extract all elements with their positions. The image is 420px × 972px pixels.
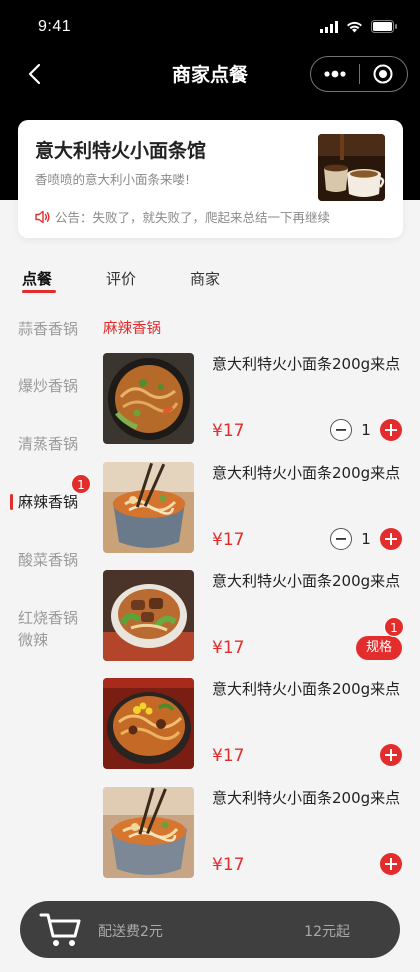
shop-info-card: 意大利特火小面条馆 香喷喷的意大利小面条来喽! 公告：失败了，就失败了，爬起来总…	[18, 120, 403, 238]
select-spec-button[interactable]: 规格	[355, 636, 402, 660]
decrease-button[interactable]	[330, 528, 352, 550]
plus-icon	[385, 424, 397, 436]
mini-program-capsule	[310, 56, 408, 92]
increase-button[interactable]	[380, 528, 402, 550]
product-name: 意大利特火小面条200g来点	[212, 789, 401, 807]
cart-button[interactable]	[38, 910, 84, 950]
minimum-order: 12元起	[304, 924, 350, 940]
speaker-icon	[35, 210, 50, 223]
quantity-value: 1	[361, 421, 371, 439]
shop-name: 意大利特火小面条馆	[35, 140, 207, 162]
product-name: 意大利特火小面条200g来点	[212, 464, 401, 482]
quantity-stepper: 1	[330, 528, 402, 550]
product-price: ¥17	[212, 855, 245, 875]
product-image	[103, 678, 194, 769]
quantity-stepper	[380, 853, 402, 875]
status-time: 9:41	[38, 18, 72, 35]
plus-icon	[385, 749, 397, 761]
sidebar-count-badge: 1	[71, 474, 91, 494]
sidebar-item-braised[interactable]: 红烧香锅 微辣	[18, 607, 90, 651]
product-name: 意大利特火小面条200g来点	[212, 355, 401, 373]
plus-icon	[385, 858, 397, 870]
tab-order[interactable]: 点餐	[22, 268, 52, 289]
sidebar-item-garlic[interactable]: 蒜香香锅	[18, 318, 90, 340]
product-price: ¥17	[212, 421, 245, 441]
wifi-icon	[346, 18, 363, 37]
product-image	[103, 570, 194, 661]
product-item[interactable]: 意大利特火小面条200g来点 ¥17 1	[103, 353, 408, 445]
product-item[interactable]: 意大利特火小面条200g来点 ¥17 规格 1	[103, 570, 408, 662]
spec-count-badge: 1	[384, 617, 404, 637]
sidebar-item-spicy[interactable]: 麻辣香锅	[18, 491, 90, 513]
delivery-fee: 配送费2元	[98, 924, 163, 940]
shop-notice-text: 公告：失败了，就失败了，爬起来总结一下再继续	[55, 210, 331, 225]
minus-icon	[336, 538, 346, 540]
status-bar: 9:41	[0, 0, 420, 56]
sidebar-active-indicator	[10, 494, 13, 510]
tab-merchant[interactable]: 商家	[190, 268, 220, 289]
tab-reviews[interactable]: 评价	[106, 268, 136, 289]
close-button[interactable]	[359, 57, 407, 91]
product-name: 意大利特火小面条200g来点	[212, 680, 401, 698]
increase-button[interactable]	[380, 853, 402, 875]
shopping-cart-icon	[39, 913, 81, 946]
category-title: 麻辣香锅	[103, 321, 161, 337]
signal-icon	[320, 18, 338, 37]
tab-active-indicator	[22, 290, 56, 293]
increase-button[interactable]	[380, 744, 402, 766]
quantity-value: 1	[361, 530, 371, 548]
product-price: ¥17	[212, 530, 245, 550]
product-item[interactable]: 意大利特火小面条200g来点 ¥17 1	[103, 462, 408, 554]
more-dots-icon	[324, 70, 346, 78]
product-name: 意大利特火小面条200g来点	[212, 572, 401, 590]
battery-icon	[371, 18, 398, 37]
product-price: ¥17	[212, 638, 245, 658]
quantity-stepper	[380, 744, 402, 766]
status-icons	[320, 18, 398, 37]
more-button[interactable]	[311, 57, 359, 91]
product-image	[103, 787, 194, 878]
quantity-stepper: 1	[330, 419, 402, 441]
product-image	[103, 462, 194, 553]
shop-logo-image	[318, 134, 385, 201]
category-sidebar: 蒜香香锅 爆炒香锅 清蒸香锅 麻辣香锅 1 酸菜香锅 红烧香锅 微辣	[0, 300, 95, 900]
sidebar-item-pickled[interactable]: 酸菜香锅	[18, 549, 90, 571]
sidebar-item-steamed[interactable]: 清蒸香锅	[18, 433, 90, 455]
shop-notice: 公告：失败了，就失败了，爬起来总结一下再继续	[35, 207, 330, 226]
tab-bar: 点餐 评价 商家	[0, 258, 420, 298]
product-item[interactable]: 意大利特火小面条200g来点 ¥17	[103, 787, 408, 879]
sidebar-item-stir-fry[interactable]: 爆炒香锅	[18, 375, 90, 397]
cart-bar[interactable]: 配送费2元 12元起	[20, 901, 400, 958]
plus-icon	[385, 533, 397, 545]
nav-bar: 商家点餐	[0, 56, 420, 92]
increase-button[interactable]	[380, 419, 402, 441]
product-price: ¥17	[212, 746, 245, 766]
product-image	[103, 353, 194, 444]
minus-icon	[336, 429, 346, 431]
shop-slogan: 香喷喷的意大利小面条来喽!	[35, 172, 191, 187]
target-icon	[373, 64, 393, 84]
decrease-button[interactable]	[330, 419, 352, 441]
product-item[interactable]: 意大利特火小面条200g来点 ¥17	[103, 678, 408, 770]
